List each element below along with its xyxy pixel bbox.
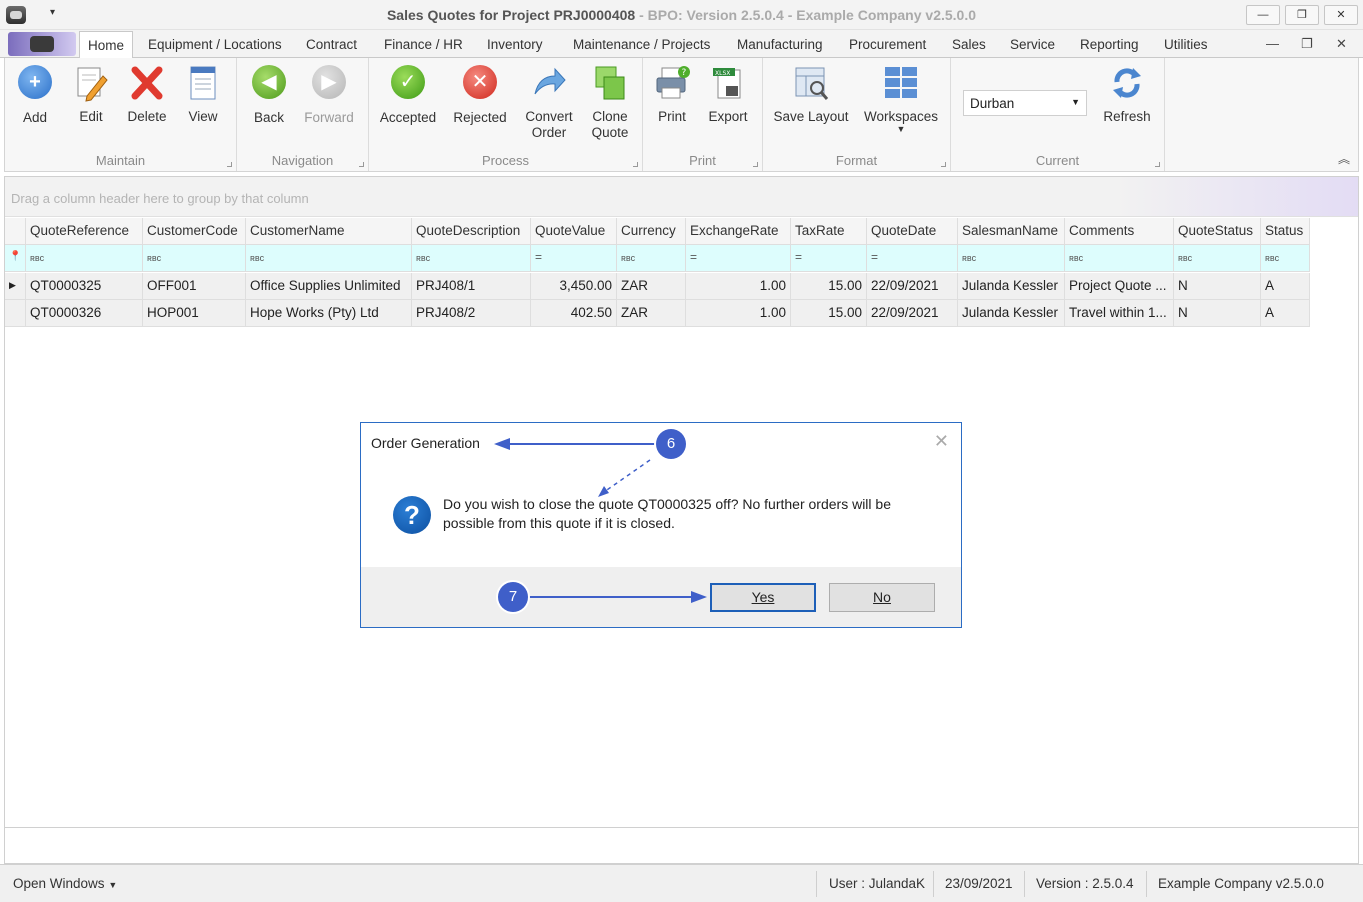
annotation-badge-7: 7 — [498, 582, 528, 612]
annotation-arrowhead-6 — [494, 438, 510, 450]
annotation-arrowhead-7 — [691, 591, 707, 603]
annotation-dashed-arrowhead — [598, 486, 609, 497]
annotation-dashed-line — [603, 459, 651, 493]
annotation-badge-6: 6 — [656, 429, 686, 459]
